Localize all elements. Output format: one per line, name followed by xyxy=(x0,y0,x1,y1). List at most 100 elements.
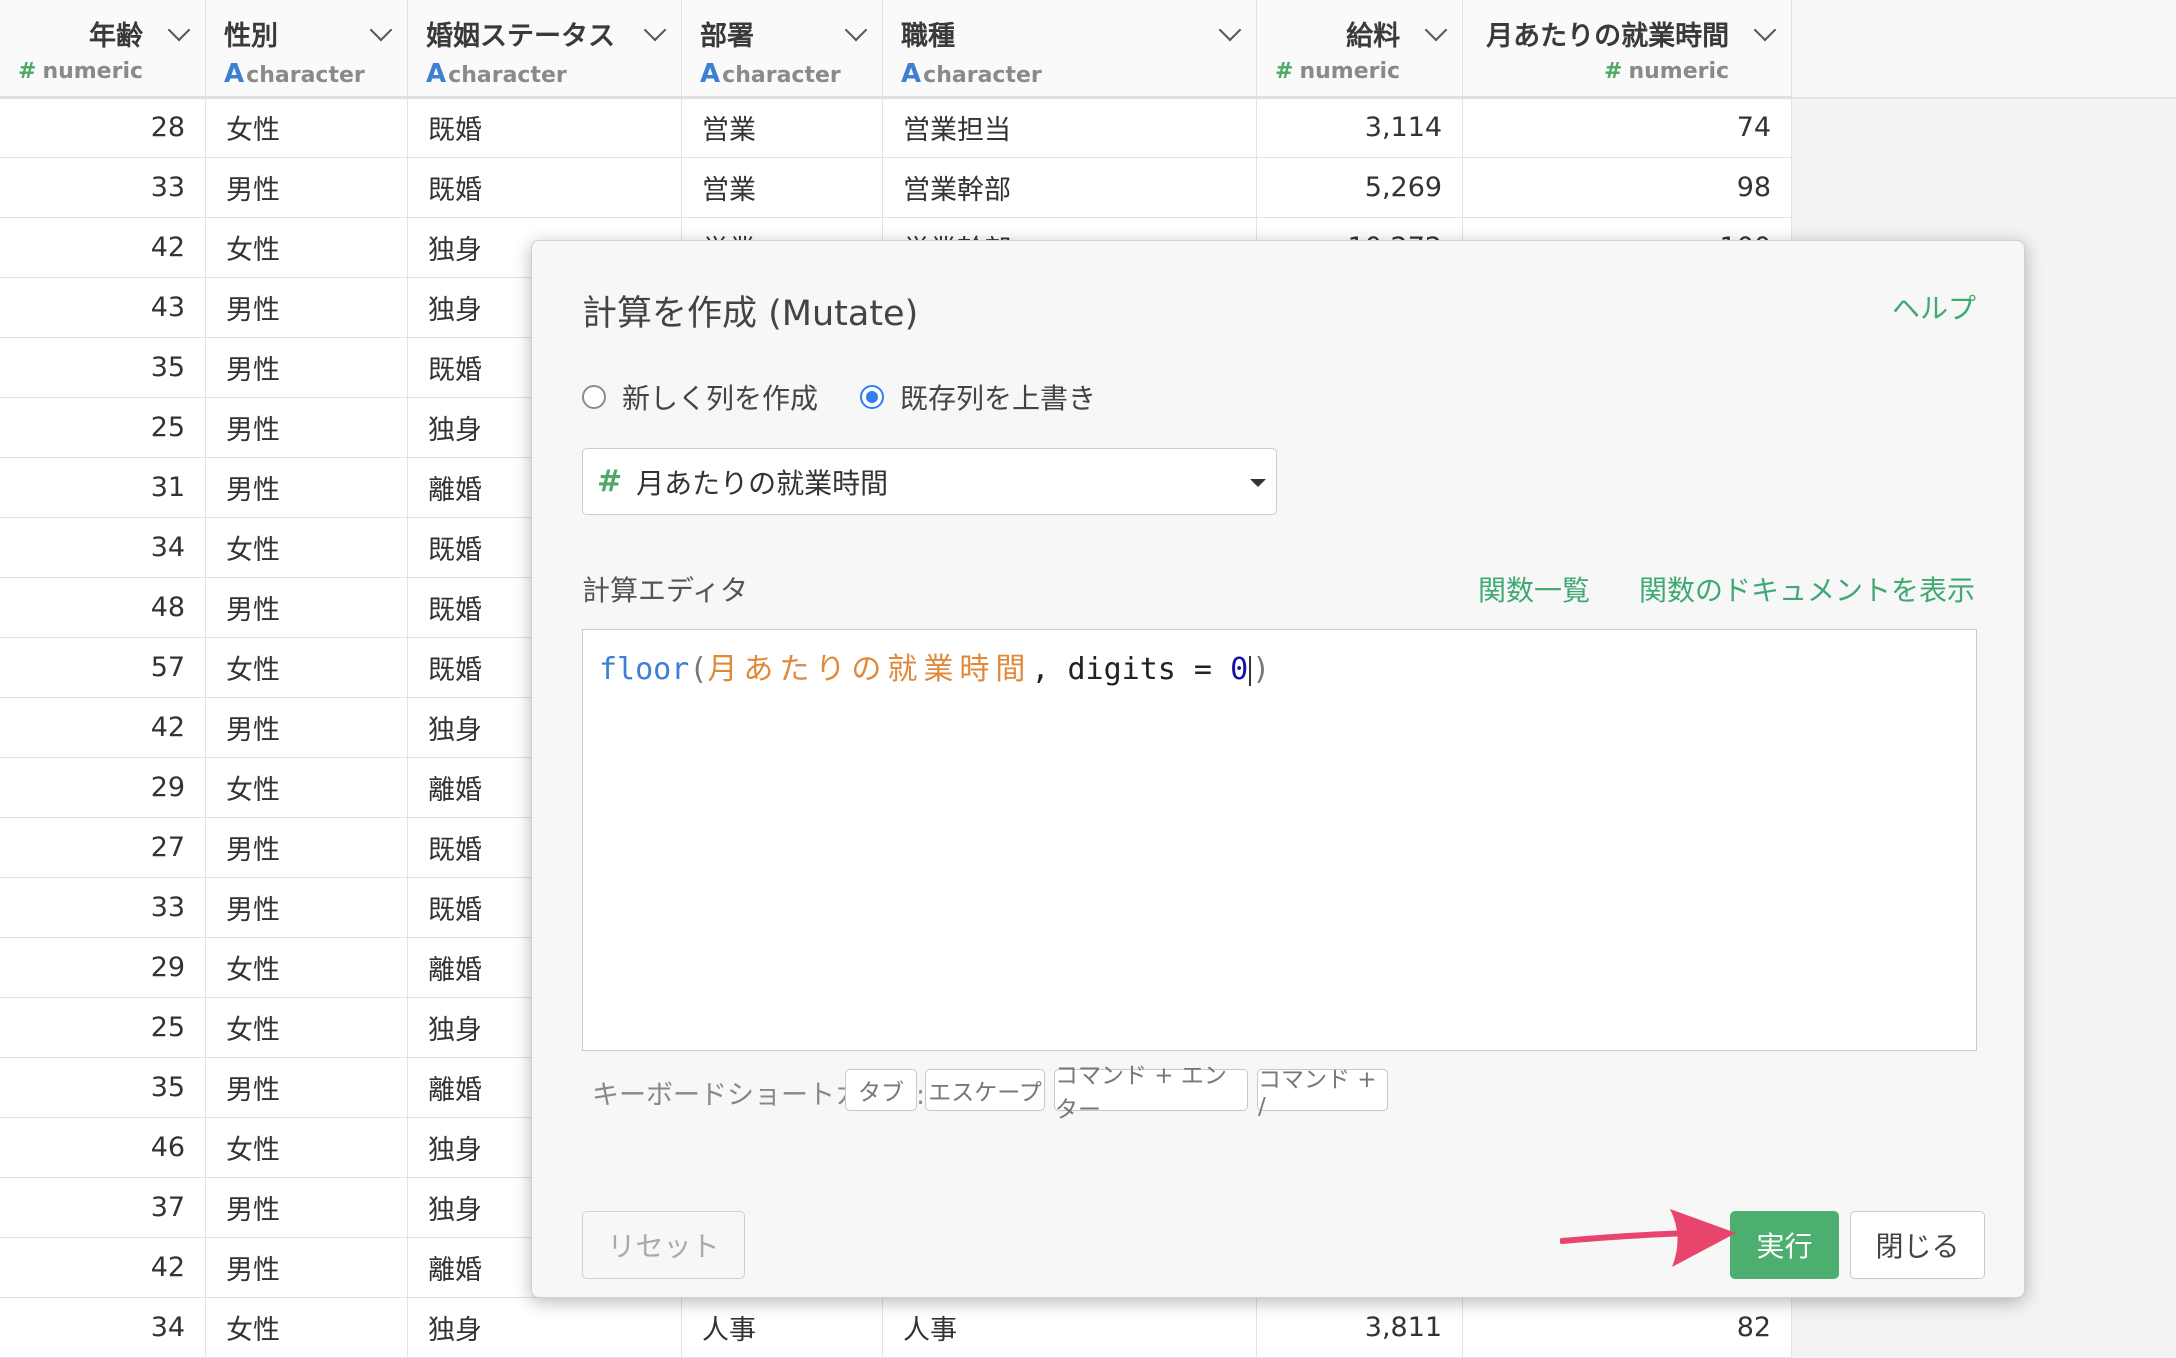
table-cell[interactable]: 33 xyxy=(0,877,207,938)
table-cell[interactable]: 女性 xyxy=(205,637,409,698)
dialog-title: 計算を作成 (Mutate) xyxy=(582,294,919,334)
table-cell[interactable]: 35 xyxy=(0,337,207,398)
table-cell[interactable]: 男性 xyxy=(205,457,409,518)
chevron-down-icon[interactable] xyxy=(1424,18,1448,42)
table-cell[interactable]: 独身 xyxy=(407,1297,683,1358)
table-cell[interactable]: 46 xyxy=(0,1117,207,1178)
table-cell[interactable]: 31 xyxy=(0,457,207,518)
annotation-arrow-icon xyxy=(1560,1209,1736,1267)
table-cell[interactable]: 42 xyxy=(0,697,207,758)
function-list-link[interactable]: 関数一覧 xyxy=(1478,569,1590,609)
column-header-type: # numeric xyxy=(1275,59,1400,84)
column-header[interactable]: 年齢 # numeric xyxy=(0,0,207,99)
table-cell[interactable]: 25 xyxy=(0,397,207,458)
table-cell[interactable]: 男性 xyxy=(205,697,409,758)
column-header[interactable]: 部署 Acharacter xyxy=(681,0,884,99)
table-cell[interactable]: 営業 xyxy=(681,157,884,218)
table-cell[interactable]: 74 xyxy=(1462,97,1793,158)
table-row[interactable]: 28 女性 既婚 営業 営業担当 3,114 74 xyxy=(0,97,1793,158)
table-cell[interactable]: 営業幹部 xyxy=(882,157,1258,218)
chevron-down-icon[interactable] xyxy=(167,18,191,42)
table-cell[interactable]: 29 xyxy=(0,757,207,818)
table-cell[interactable]: 33 xyxy=(0,157,207,218)
column-header[interactable]: 婚姻ステータス Acharacter xyxy=(407,0,683,99)
table-cell[interactable]: 男性 xyxy=(205,877,409,938)
table-cell[interactable]: 43 xyxy=(0,277,207,338)
table-cell[interactable]: 営業担当 xyxy=(882,97,1258,158)
table-cell[interactable]: 既婚 xyxy=(407,97,683,158)
table-cell[interactable]: 57 xyxy=(0,637,207,698)
expression-editor[interactable]: floor(月あたりの就業時間, digits = 0) xyxy=(582,629,1977,1051)
table-cell[interactable]: 27 xyxy=(0,817,207,878)
table-cell[interactable]: 人事 xyxy=(681,1297,884,1358)
table-cell[interactable]: 営業 xyxy=(681,97,884,158)
table-cell[interactable]: 男性 xyxy=(205,1057,409,1118)
table-cell[interactable]: 女性 xyxy=(205,997,409,1058)
column-header-name: 職種 xyxy=(901,21,956,52)
column-header[interactable]: 職種 Acharacter xyxy=(882,0,1258,99)
radio-overwrite-circle[interactable] xyxy=(860,385,884,409)
target-column-select[interactable]: # 月あたりの就業時間 xyxy=(582,448,1277,515)
table-cell[interactable]: 48 xyxy=(0,577,207,638)
table-cell[interactable]: 男性 xyxy=(205,1237,409,1298)
function-doc-link[interactable]: 関数のドキュメントを表示 xyxy=(1639,569,1975,609)
help-link[interactable]: ヘルプ xyxy=(1892,287,1976,327)
table-cell[interactable]: 3,114 xyxy=(1256,97,1464,158)
table-cell[interactable]: 女性 xyxy=(205,1117,409,1178)
table-cell[interactable]: 男性 xyxy=(205,337,409,398)
column-type-label: numeric xyxy=(1299,59,1401,84)
table-cell[interactable]: 人事 xyxy=(882,1297,1258,1358)
table-cell[interactable]: 42 xyxy=(0,217,207,278)
table-cell[interactable]: 男性 xyxy=(205,157,409,218)
table-cell[interactable]: 42 xyxy=(0,1237,207,1298)
table-cell[interactable]: 男性 xyxy=(205,577,409,638)
table-cell[interactable]: 25 xyxy=(0,997,207,1058)
reset-button[interactable]: リセット xyxy=(582,1211,745,1279)
table-cell[interactable]: 29 xyxy=(0,937,207,998)
column-header[interactable]: 給料 # numeric xyxy=(1256,0,1464,99)
radio-overwrite[interactable]: 既存列を上書き xyxy=(860,377,1096,417)
shortcut-tab[interactable]: タブ xyxy=(845,1069,917,1111)
table-cell[interactable]: 女性 xyxy=(205,97,409,158)
table-cell[interactable]: 28 xyxy=(0,97,207,158)
table-cell[interactable]: 男性 xyxy=(205,277,409,338)
table-cell[interactable]: 既婚 xyxy=(407,157,683,218)
editor-label: 計算エディタ xyxy=(582,574,749,607)
column-header-name: 年齢 xyxy=(89,21,144,52)
table-cell[interactable]: 男性 xyxy=(205,1177,409,1238)
column-header-name: 婚姻ステータス xyxy=(426,21,616,52)
table-cell[interactable]: 37 xyxy=(0,1177,207,1238)
column-header[interactable]: 性別 Acharacter xyxy=(205,0,409,99)
numeric-type-icon: # xyxy=(597,464,623,499)
radio-create-new-circle[interactable] xyxy=(582,385,606,409)
table-cell[interactable]: 男性 xyxy=(205,397,409,458)
run-button[interactable]: 実行 xyxy=(1730,1211,1839,1279)
radio-create-new[interactable]: 新しく列を作成 xyxy=(582,377,818,417)
shortcut-cmd-slash[interactable]: コマンド + / xyxy=(1257,1067,1388,1120)
shortcut-escape[interactable]: エスケープ xyxy=(925,1069,1045,1111)
table-cell[interactable]: 34 xyxy=(0,517,207,578)
table-cell[interactable]: 3,811 xyxy=(1256,1297,1464,1358)
table-cell[interactable]: 女性 xyxy=(205,937,409,998)
shortcut-cmd-enter[interactable]: コマンド + エンター xyxy=(1054,1063,1248,1123)
table-cell[interactable]: 82 xyxy=(1462,1297,1793,1358)
table-row[interactable]: 33 男性 既婚 営業 営業幹部 5,269 98 xyxy=(0,157,1793,218)
table-row[interactable]: 34 女性 独身 人事 人事 3,811 82 xyxy=(0,1297,1793,1358)
grid-header-row: 年齢 # numeric 性別 Acharacter 婚姻ステータス Acharacter 部… xyxy=(0,0,1793,99)
table-cell[interactable]: 男性 xyxy=(205,817,409,878)
table-cell[interactable]: 35 xyxy=(0,1057,207,1118)
close-button[interactable]: 閉じる xyxy=(1850,1211,1985,1279)
target-column-value: 月あたりの就業時間 xyxy=(636,466,889,500)
table-cell[interactable]: 5,269 xyxy=(1256,157,1464,218)
table-cell[interactable]: 女性 xyxy=(205,1297,409,1358)
table-cell[interactable]: 98 xyxy=(1462,157,1793,218)
column-header-name: 部署 xyxy=(700,21,755,52)
table-cell[interactable]: 女性 xyxy=(205,217,409,278)
column-type-label: character xyxy=(448,63,567,88)
column-header[interactable]: 月あたりの就業時間 # numeric xyxy=(1462,0,1793,99)
table-cell[interactable]: 34 xyxy=(0,1297,207,1358)
table-cell[interactable]: 女性 xyxy=(205,757,409,818)
expr-column: 月あたりの就業時間 xyxy=(707,652,1032,687)
table-cell[interactable]: 女性 xyxy=(205,517,409,578)
chevron-down-icon[interactable] xyxy=(1753,18,1777,42)
